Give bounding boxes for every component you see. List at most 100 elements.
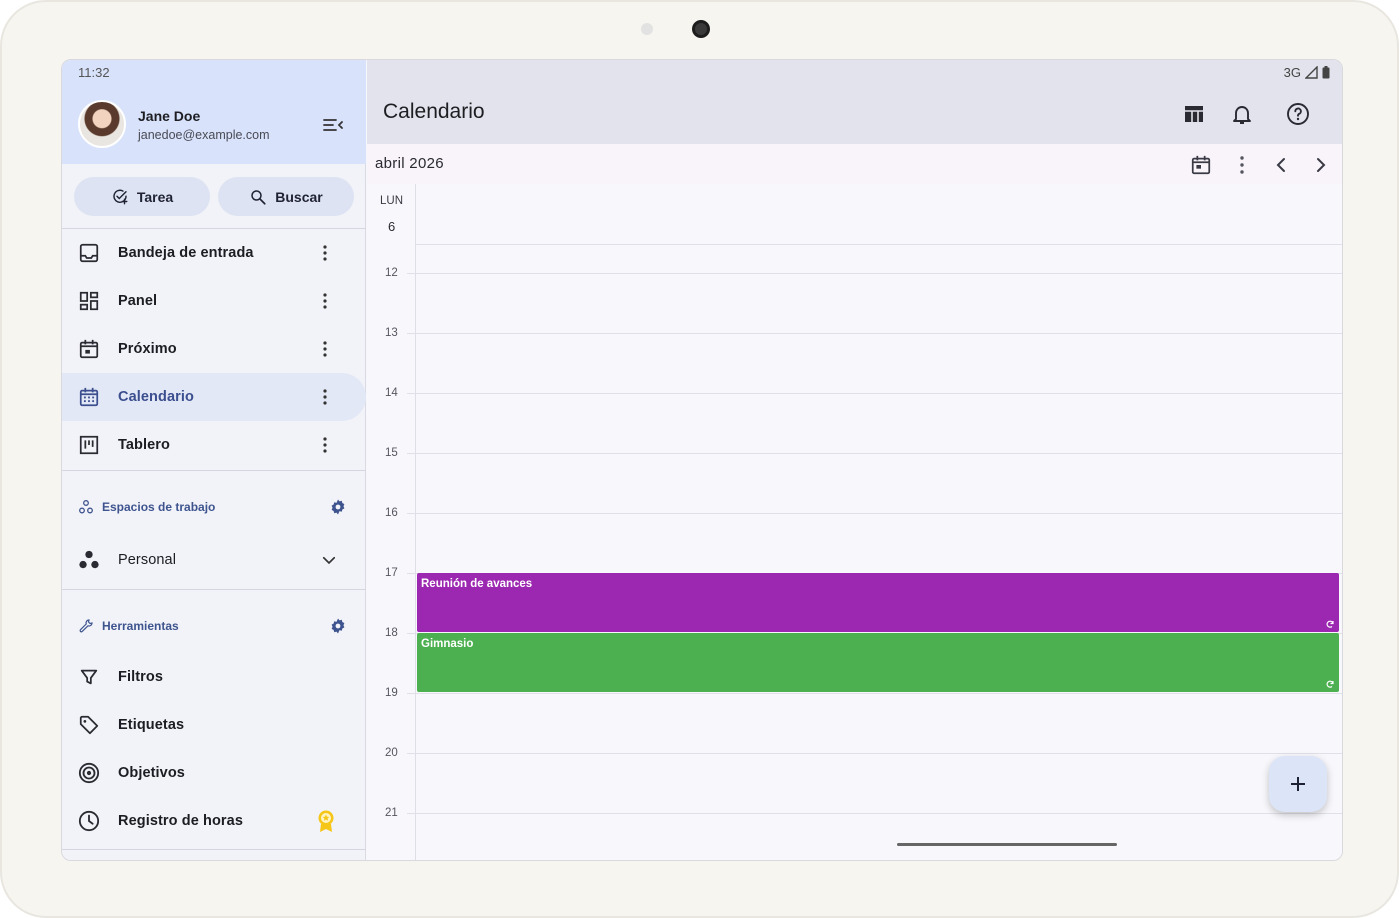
bell-icon[interactable] [1230,102,1254,126]
day-number: 6 [388,219,396,234]
more-vertical-icon[interactable] [318,291,332,311]
plus-icon [1291,777,1305,791]
main-content: 3G Calendario abril 2026 LUN 6 12 13 14 … [367,60,1342,860]
page-title: Calendario [383,100,485,123]
hour-label: 13 [385,327,398,339]
chevron-down-icon[interactable] [320,551,338,569]
workspace-dots-icon [79,550,99,569]
nav-item-board[interactable]: Tablero [62,421,366,469]
avatar[interactable] [78,100,126,148]
add-event-fab[interactable] [1269,756,1327,812]
nav-item-label: Bandeja de entrada [118,245,254,261]
more-vertical-icon[interactable] [318,435,332,455]
tool-label: Objetivos [118,765,185,781]
hour-line [407,813,1342,814]
nav-item-calendar[interactable]: Calendario [62,373,366,421]
tablet-frame: 11:32 Jane Doe janedoe@example.com Tarea… [0,0,1399,918]
top-app-bar: 3G Calendario [367,60,1342,144]
calendar-event[interactable]: Reunión de avances [417,573,1339,632]
wrench-icon [79,619,93,633]
target-icon [78,762,100,784]
workspace-item-personal[interactable]: Personal [62,536,366,584]
today-icon[interactable] [1190,154,1212,176]
tool-label: Filtros [118,669,164,685]
hour-label: 12 [385,267,398,279]
tool-item-time-log[interactable]: Registro de horas [62,797,366,845]
add-task-button[interactable]: Tarea [74,177,210,216]
nav-item-label: Próximo [118,341,177,357]
workspace-label: Personal [118,552,177,568]
event-title: Reunión de avances [421,578,533,590]
tool-item-filters[interactable]: Filtros [62,653,366,701]
more-vertical-icon[interactable] [318,387,332,407]
hour-label: 17 [385,567,398,579]
hour-label: 21 [385,807,398,819]
nav-item-label: Calendario [118,389,194,405]
status-indicators: 3G [1284,65,1330,80]
user-email: janedoe@example.com [138,128,270,142]
drawer-header: 11:32 Jane Doe janedoe@example.com [62,60,366,164]
tag-icon [79,715,99,735]
divider [62,470,366,471]
tool-item-goals[interactable]: Objetivos [62,749,366,797]
signal-icon [1305,66,1318,79]
layout-icon[interactable] [1182,102,1206,126]
time-column: LUN 6 [367,184,416,860]
tool-item-tags[interactable]: Etiquetas [62,701,366,749]
calendar-event[interactable]: Gimnasio [417,633,1339,692]
repeat-icon [1326,680,1334,688]
nav-item-label: Tablero [118,437,170,453]
user-name: Jane Doe [138,108,201,124]
tools-header: Herramientas [62,611,366,641]
front-camera [692,20,710,38]
premium-badge-icon [318,810,334,832]
calendar-toolbar: abril 2026 [367,144,1342,184]
all-day-divider [416,244,1342,245]
collapse-menu-icon[interactable] [321,113,345,137]
more-vertical-icon[interactable] [318,339,332,359]
chevron-left-icon[interactable] [1270,154,1292,176]
search-icon [251,189,266,205]
tool-label: Registro de horas [118,813,243,829]
gear-icon[interactable] [329,617,347,635]
hour-line [407,393,1342,394]
status-clock: 11:32 [78,65,110,80]
hour-line [407,333,1342,334]
chevron-right-icon[interactable] [1310,154,1332,176]
hour-label: 18 [385,627,398,639]
add-task-icon [113,189,128,204]
help-icon[interactable] [1286,102,1310,126]
search-label: Buscar [275,188,323,205]
hour-line [407,513,1342,514]
nav-item-upcoming[interactable]: Próximo [62,325,366,373]
search-button[interactable]: Buscar [218,177,354,216]
hour-label: 15 [385,447,398,459]
dashboard-icon [79,291,99,311]
battery-icon [1322,66,1330,79]
day-view: LUN 6 12 13 14 15 16 17 18 19 20 21 Reun… [367,184,1342,860]
hour-line [407,453,1342,454]
event-title: Gimnasio [421,638,474,650]
nav-item-panel[interactable]: Panel [62,277,366,325]
hour-line [407,273,1342,274]
hour-label: 20 [385,747,398,759]
more-vertical-icon[interactable] [1231,154,1253,176]
workspaces-header: Espacios de trabajo [62,492,366,522]
tools-header-label: Herramientas [102,619,179,633]
gesture-bar[interactable] [897,843,1117,846]
nav-item-inbox[interactable]: Bandeja de entrada [62,229,366,277]
calendar-icon [79,387,99,407]
hour-line [407,753,1342,754]
light-sensor [641,23,653,35]
day-name: LUN [380,195,404,207]
more-vertical-icon[interactable] [318,243,332,263]
gear-icon[interactable] [329,498,347,516]
board-icon [79,435,99,455]
add-task-label: Tarea [136,188,174,205]
clock-icon [78,810,100,832]
hour-label: 14 [385,387,398,399]
divider [62,589,366,590]
divider [62,849,366,850]
repeat-icon [1326,620,1334,628]
upcoming-icon [79,339,99,359]
